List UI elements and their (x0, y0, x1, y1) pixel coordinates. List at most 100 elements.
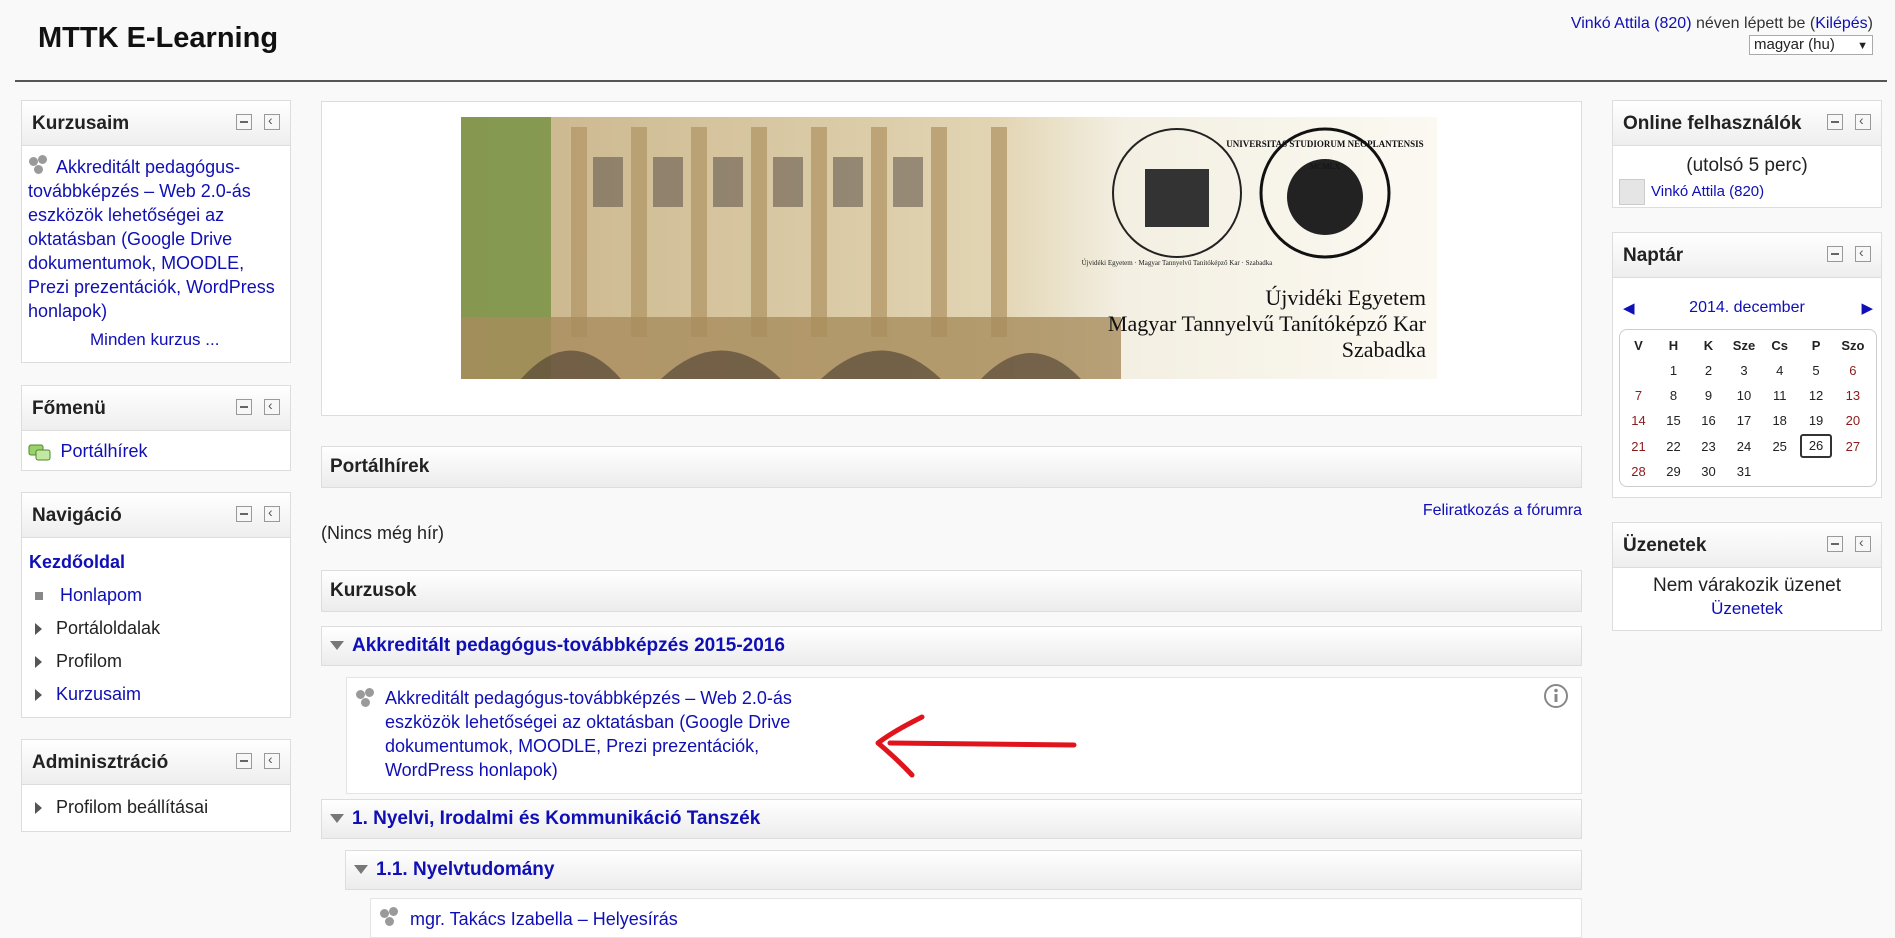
nav-item-label: Profilom (56, 651, 123, 671)
nav-item-site-pages[interactable]: Portáloldalak (30, 618, 160, 639)
calendar-day[interactable]: 4 (1762, 358, 1797, 383)
minimize-icon[interactable] (236, 114, 252, 130)
calendar-day (1835, 459, 1871, 484)
calendar-day[interactable]: 20 (1835, 408, 1871, 433)
calendar-month[interactable]: 2014. december (1613, 299, 1881, 317)
calendar-day[interactable]: 23 (1691, 433, 1726, 459)
calendar-day[interactable]: 13 (1835, 383, 1871, 408)
calendar-day[interactable]: 6 (1835, 358, 1871, 383)
collapse-icon[interactable] (354, 865, 368, 875)
dock-icon[interactable] (264, 397, 280, 415)
calendar-day[interactable]: 14 (1621, 408, 1656, 433)
calendar-day[interactable]: 18 (1762, 408, 1797, 433)
category-2[interactable]: 1. Nyelvi, Irodalmi és Kommunikáció Tans… (321, 799, 1582, 839)
calendar-day[interactable]: 31 (1726, 459, 1762, 484)
calendar-day[interactable]: 17 (1726, 408, 1762, 433)
nav-item-profile[interactable]: Profilom (30, 651, 122, 672)
calendar-day[interactable]: 28 (1621, 459, 1656, 484)
calendar-day[interactable]: 29 (1656, 459, 1691, 484)
subscribe-link[interactable]: Feliratkozás a fórumra (1423, 502, 1582, 520)
course-icon (379, 907, 401, 929)
bullet-icon (35, 592, 43, 601)
all-courses-link[interactable]: Minden kurzus ... (90, 330, 219, 350)
calendar-day[interactable]: 19 (1797, 408, 1834, 433)
nav-item-my-courses[interactable]: Kurzusaim (30, 684, 141, 705)
subcategory[interactable]: 1.1. Nyelvtudomány (345, 850, 1582, 890)
minimize-icon[interactable] (1827, 114, 1843, 130)
calendar-day[interactable]: 2 (1691, 358, 1726, 383)
calendar-day[interactable]: 7 (1621, 383, 1656, 408)
banner-line-1: Újvidéki Egyetem (1265, 285, 1426, 310)
dock-icon[interactable] (1855, 534, 1871, 552)
subcategory-title[interactable]: 1.1. Nyelvtudomány (354, 859, 554, 881)
nav-item-label: Portáloldalak (56, 618, 161, 638)
expand-icon[interactable] (35, 689, 42, 702)
info-icon[interactable] (1543, 683, 1569, 709)
no-messages-text: Nem várakozik üzenet (1653, 575, 1841, 596)
collapse-icon[interactable] (330, 814, 344, 824)
calendar-day[interactable]: 26 (1797, 433, 1834, 459)
calendar-day[interactable]: 10 (1726, 383, 1762, 408)
language-select[interactable]: magyar (hu) ▼ (1749, 35, 1873, 55)
messages-link[interactable]: Üzenetek (1613, 599, 1881, 619)
dock-icon[interactable] (264, 751, 280, 769)
calendar-day[interactable]: 8 (1656, 383, 1691, 408)
category-title[interactable]: 1. Nyelvi, Irodalmi és Kommunikáció Tans… (330, 808, 760, 830)
logout-link[interactable]: Kilépés (1815, 15, 1867, 32)
expand-icon[interactable] (35, 623, 42, 636)
nav-item-label[interactable]: Honlapom (60, 585, 142, 605)
banner-block: Újvidéki Egyetem · Magyar Tannyelvű Taní… (321, 101, 1582, 416)
weekday-row: V H K Sze Cs P Szo (1621, 333, 1871, 358)
nav-home[interactable]: Kezdőoldal (29, 552, 125, 573)
online-user-link[interactable]: Vinkó Attila (820) (1651, 183, 1764, 200)
nav-item-my-home[interactable]: Honlapom (30, 585, 142, 606)
category-1[interactable]: Akkreditált pedagógus-továbbképzés 2015-… (321, 626, 1582, 666)
collapse-icon[interactable] (330, 641, 344, 651)
page-header: MTTK E-Learning Vinkó Attila (820) néven… (0, 0, 1895, 82)
menu-item-label[interactable]: Portálhírek (60, 441, 147, 461)
chevron-down-icon: ▼ (1857, 40, 1868, 52)
next-month-icon[interactable]: ▶ (1861, 299, 1873, 317)
calendar-day[interactable]: 24 (1726, 433, 1762, 459)
block-title: Adminisztráció (32, 752, 169, 773)
course-link[interactable]: mgr. Takács Izabella – Helyesírás (410, 907, 678, 931)
minimize-icon[interactable] (1827, 246, 1843, 262)
minimize-icon[interactable] (236, 506, 252, 522)
minimize-icon[interactable] (236, 753, 252, 769)
dock-icon[interactable] (264, 504, 280, 522)
calendar-day[interactable]: 27 (1835, 433, 1871, 459)
site-title[interactable]: MTTK E-Learning (38, 22, 278, 55)
calendar-day[interactable]: 3 (1726, 358, 1762, 383)
calendar-day[interactable]: 25 (1762, 433, 1797, 459)
calendar-day (1621, 358, 1656, 383)
calendar-day[interactable]: 21 (1621, 433, 1656, 459)
menu-item[interactable]: Portálhírek (28, 439, 148, 464)
dock-icon[interactable] (1855, 244, 1871, 262)
calendar-day[interactable]: 16 (1691, 408, 1726, 433)
calendar-day[interactable]: 5 (1797, 358, 1834, 383)
dock-icon[interactable] (1855, 112, 1871, 130)
course-link[interactable]: Akkreditált pedagógus-továbbképzés – Web… (385, 686, 845, 782)
calendar-day[interactable]: 9 (1691, 383, 1726, 408)
admin-item[interactable]: Profilom beállításai (30, 797, 208, 818)
calendar-day[interactable]: 22 (1656, 433, 1691, 459)
weekday-label: Szo (1841, 338, 1865, 353)
expand-icon[interactable] (35, 656, 42, 669)
dock-icon[interactable] (264, 112, 280, 130)
calendar-day[interactable]: 30 (1691, 459, 1726, 484)
online-user[interactable]: Vinkó Attila (820) (1619, 179, 1764, 205)
minimize-icon[interactable] (1827, 536, 1843, 552)
calendar-day[interactable]: 12 (1797, 383, 1834, 408)
nav-item-label[interactable]: Kurzusaim (56, 684, 141, 704)
minimize-icon[interactable] (236, 399, 252, 415)
course-link[interactable]: Akkreditált pedagógus-továbbképzés – Web… (28, 157, 275, 321)
block-title: Navigáció (32, 505, 122, 526)
calendar-day[interactable]: 1 (1656, 358, 1691, 383)
weekday-label: Sze (1732, 338, 1756, 353)
calendar-day[interactable]: 11 (1762, 383, 1797, 408)
avatar (1619, 179, 1645, 205)
calendar-day[interactable]: 15 (1656, 408, 1691, 433)
expand-icon[interactable] (35, 802, 42, 815)
user-name-link[interactable]: Vinkó Attila (820) (1571, 15, 1692, 32)
category-title[interactable]: Akkreditált pedagógus-továbbképzés 2015-… (330, 635, 785, 657)
